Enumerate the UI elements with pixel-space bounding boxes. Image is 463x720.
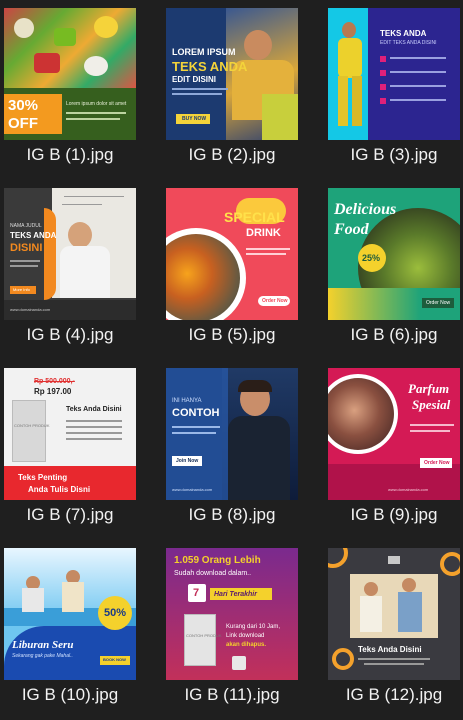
thumbnail: 30% OFF Lorem ipsum dolor sit amet <box>4 8 136 140</box>
promo-text: Lorem ipsum dolor sit amet <box>66 101 127 107</box>
promo-text: BOOK NOW <box>103 657 126 662</box>
promo-text: Order Now <box>262 298 288 304</box>
promo-text: Order Now <box>426 300 451 306</box>
promo-text: CONTOH PRODUK <box>186 633 222 638</box>
promo-text: EDIT DISINI <box>172 75 217 84</box>
file-item[interactable]: 1.059 Orang Lebih Sudah download dalam..… <box>162 540 322 720</box>
promo-text: Hari Terakhir <box>214 591 257 598</box>
promo-text: Rp 500.000,- <box>34 378 75 385</box>
promo-text: Order Now <box>424 460 450 466</box>
promo-text: More Info <box>13 287 30 292</box>
promo-text: BUY NOW <box>182 116 207 122</box>
promo-text: Liburan Seru <box>12 639 74 651</box>
promo-text: LOREM IPSUM <box>172 47 236 57</box>
file-item[interactable]: 30% OFF Lorem ipsum dolor sit amet IG B … <box>0 0 160 180</box>
promo-text: CONTOH <box>172 407 220 419</box>
file-grid: 30% OFF Lorem ipsum dolor sit amet IG B … <box>0 0 463 718</box>
promo-text: INI HANYA <box>172 398 202 404</box>
promo-text: Delicious <box>334 201 397 218</box>
promo-text: 50% <box>104 607 127 619</box>
file-item[interactable]: INI HANYA CONTOH Join Now www.domainanda… <box>162 360 322 540</box>
promo-text: www.domainanda.com <box>172 487 213 492</box>
promo-text: Link download <box>226 633 265 639</box>
promo-text: TEKS ANDA <box>10 231 57 240</box>
promo-text: Teks Penting <box>18 473 68 482</box>
thumbnail: SPECIAL DRINK Order Now <box>166 188 298 320</box>
promo-text: Teks Anda Disini <box>358 645 422 654</box>
thumbnail: Delicious Food 25% Order Now <box>328 188 460 320</box>
file-name[interactable]: IG B (6).jpg <box>324 325 463 345</box>
file-item[interactable]: LOREM IPSUM TEKS ANDA EDIT DISINI BUY NO… <box>162 0 322 180</box>
promo-text: Sudah download dalam.. <box>174 570 252 577</box>
file-item[interactable]: Delicious Food 25% Order Now IG B (6).jp… <box>324 180 463 360</box>
promo-text: Kurang dari 10 Jam, <box>226 624 281 630</box>
promo-text: Food <box>334 221 369 238</box>
promo-text: Parfum <box>408 381 450 396</box>
file-name[interactable]: IG B (4).jpg <box>0 325 140 345</box>
file-name[interactable]: IG B (11).jpg <box>162 685 302 705</box>
thumbnail: Parfum Spesial Order Now www.domainanda.… <box>328 368 460 500</box>
promo-text: 30% <box>8 97 39 114</box>
file-name[interactable]: IG B (9).jpg <box>324 505 463 525</box>
promo-text: Spesial <box>412 397 451 412</box>
file-item[interactable]: Rp 500.000,- Rp 197.00 CONTOH PRODUK Tek… <box>0 360 160 540</box>
promo-text: OFF <box>8 115 38 132</box>
file-item[interactable]: Teks Anda Disini IG B (12).jpg <box>324 540 463 720</box>
file-item[interactable]: TEKS ANDA EDIT TEKS ANDA DISINI IG B (3)… <box>324 0 463 180</box>
promo-text: Sekarang gak pake Mahal.. <box>12 653 73 659</box>
file-name[interactable]: IG B (7).jpg <box>0 505 140 525</box>
promo-text: Anda Tulis Disni <box>28 485 91 494</box>
file-name[interactable]: IG B (1).jpg <box>0 145 140 165</box>
promo-text: DISINI <box>10 242 43 254</box>
thumbnail: TEKS ANDA EDIT TEKS ANDA DISINI <box>328 8 460 140</box>
promo-text: CONTOH PRODUK <box>14 423 50 428</box>
thumbnail: 50% Liburan Seru Sekarang gak pake Mahal… <box>4 548 136 680</box>
thumbnail: 1.059 Orang Lebih Sudah download dalam..… <box>166 548 298 680</box>
promo-text: Join Now <box>176 458 199 464</box>
thumbnail: Rp 500.000,- Rp 197.00 CONTOH PRODUK Tek… <box>4 368 136 500</box>
thumbnail: Teks Anda Disini <box>328 548 460 680</box>
promo-text: akan dihapus. <box>226 642 267 648</box>
thumbnail: LOREM IPSUM TEKS ANDA EDIT DISINI BUY NO… <box>166 8 298 140</box>
file-item[interactable]: Parfum Spesial Order Now www.domainanda.… <box>324 360 463 540</box>
promo-text: Teks Anda Disini <box>66 406 122 413</box>
promo-text: Rp 197.00 <box>34 387 72 396</box>
promo-text: 25% <box>362 253 381 263</box>
promo-text: SPECIAL <box>224 209 285 225</box>
file-name[interactable]: IG B (10).jpg <box>0 685 140 705</box>
file-name[interactable]: IG B (8).jpg <box>162 505 302 525</box>
thumbnail: INI HANYA CONTOH Join Now www.domainanda… <box>166 368 298 500</box>
file-name[interactable]: IG B (3).jpg <box>324 145 463 165</box>
thumbnail: NAMA JUDUL TEKS ANDA DISINI More Info ww… <box>4 188 136 320</box>
file-item[interactable]: 50% Liburan Seru Sekarang gak pake Mahal… <box>0 540 160 720</box>
file-name[interactable]: IG B (12).jpg <box>324 685 463 705</box>
file-name[interactable]: IG B (2).jpg <box>162 145 302 165</box>
promo-text: NAMA JUDUL <box>10 223 42 229</box>
promo-text: DRINK <box>246 227 281 239</box>
promo-text: TEKS ANDA <box>380 29 427 38</box>
promo-text: 7 <box>193 587 200 599</box>
promo-text: www.domainanda.com <box>10 307 51 312</box>
promo-text: TEKS ANDA <box>172 59 248 74</box>
promo-text: EDIT TEKS ANDA DISINI <box>380 40 437 46</box>
file-name[interactable]: IG B (5).jpg <box>162 325 302 345</box>
file-item[interactable]: NAMA JUDUL TEKS ANDA DISINI More Info ww… <box>0 180 160 360</box>
promo-text: www.domainanda.com <box>388 487 429 492</box>
file-item[interactable]: SPECIAL DRINK Order Now IG B (5).jpg <box>162 180 322 360</box>
promo-text: 1.059 Orang Lebih <box>174 555 261 566</box>
